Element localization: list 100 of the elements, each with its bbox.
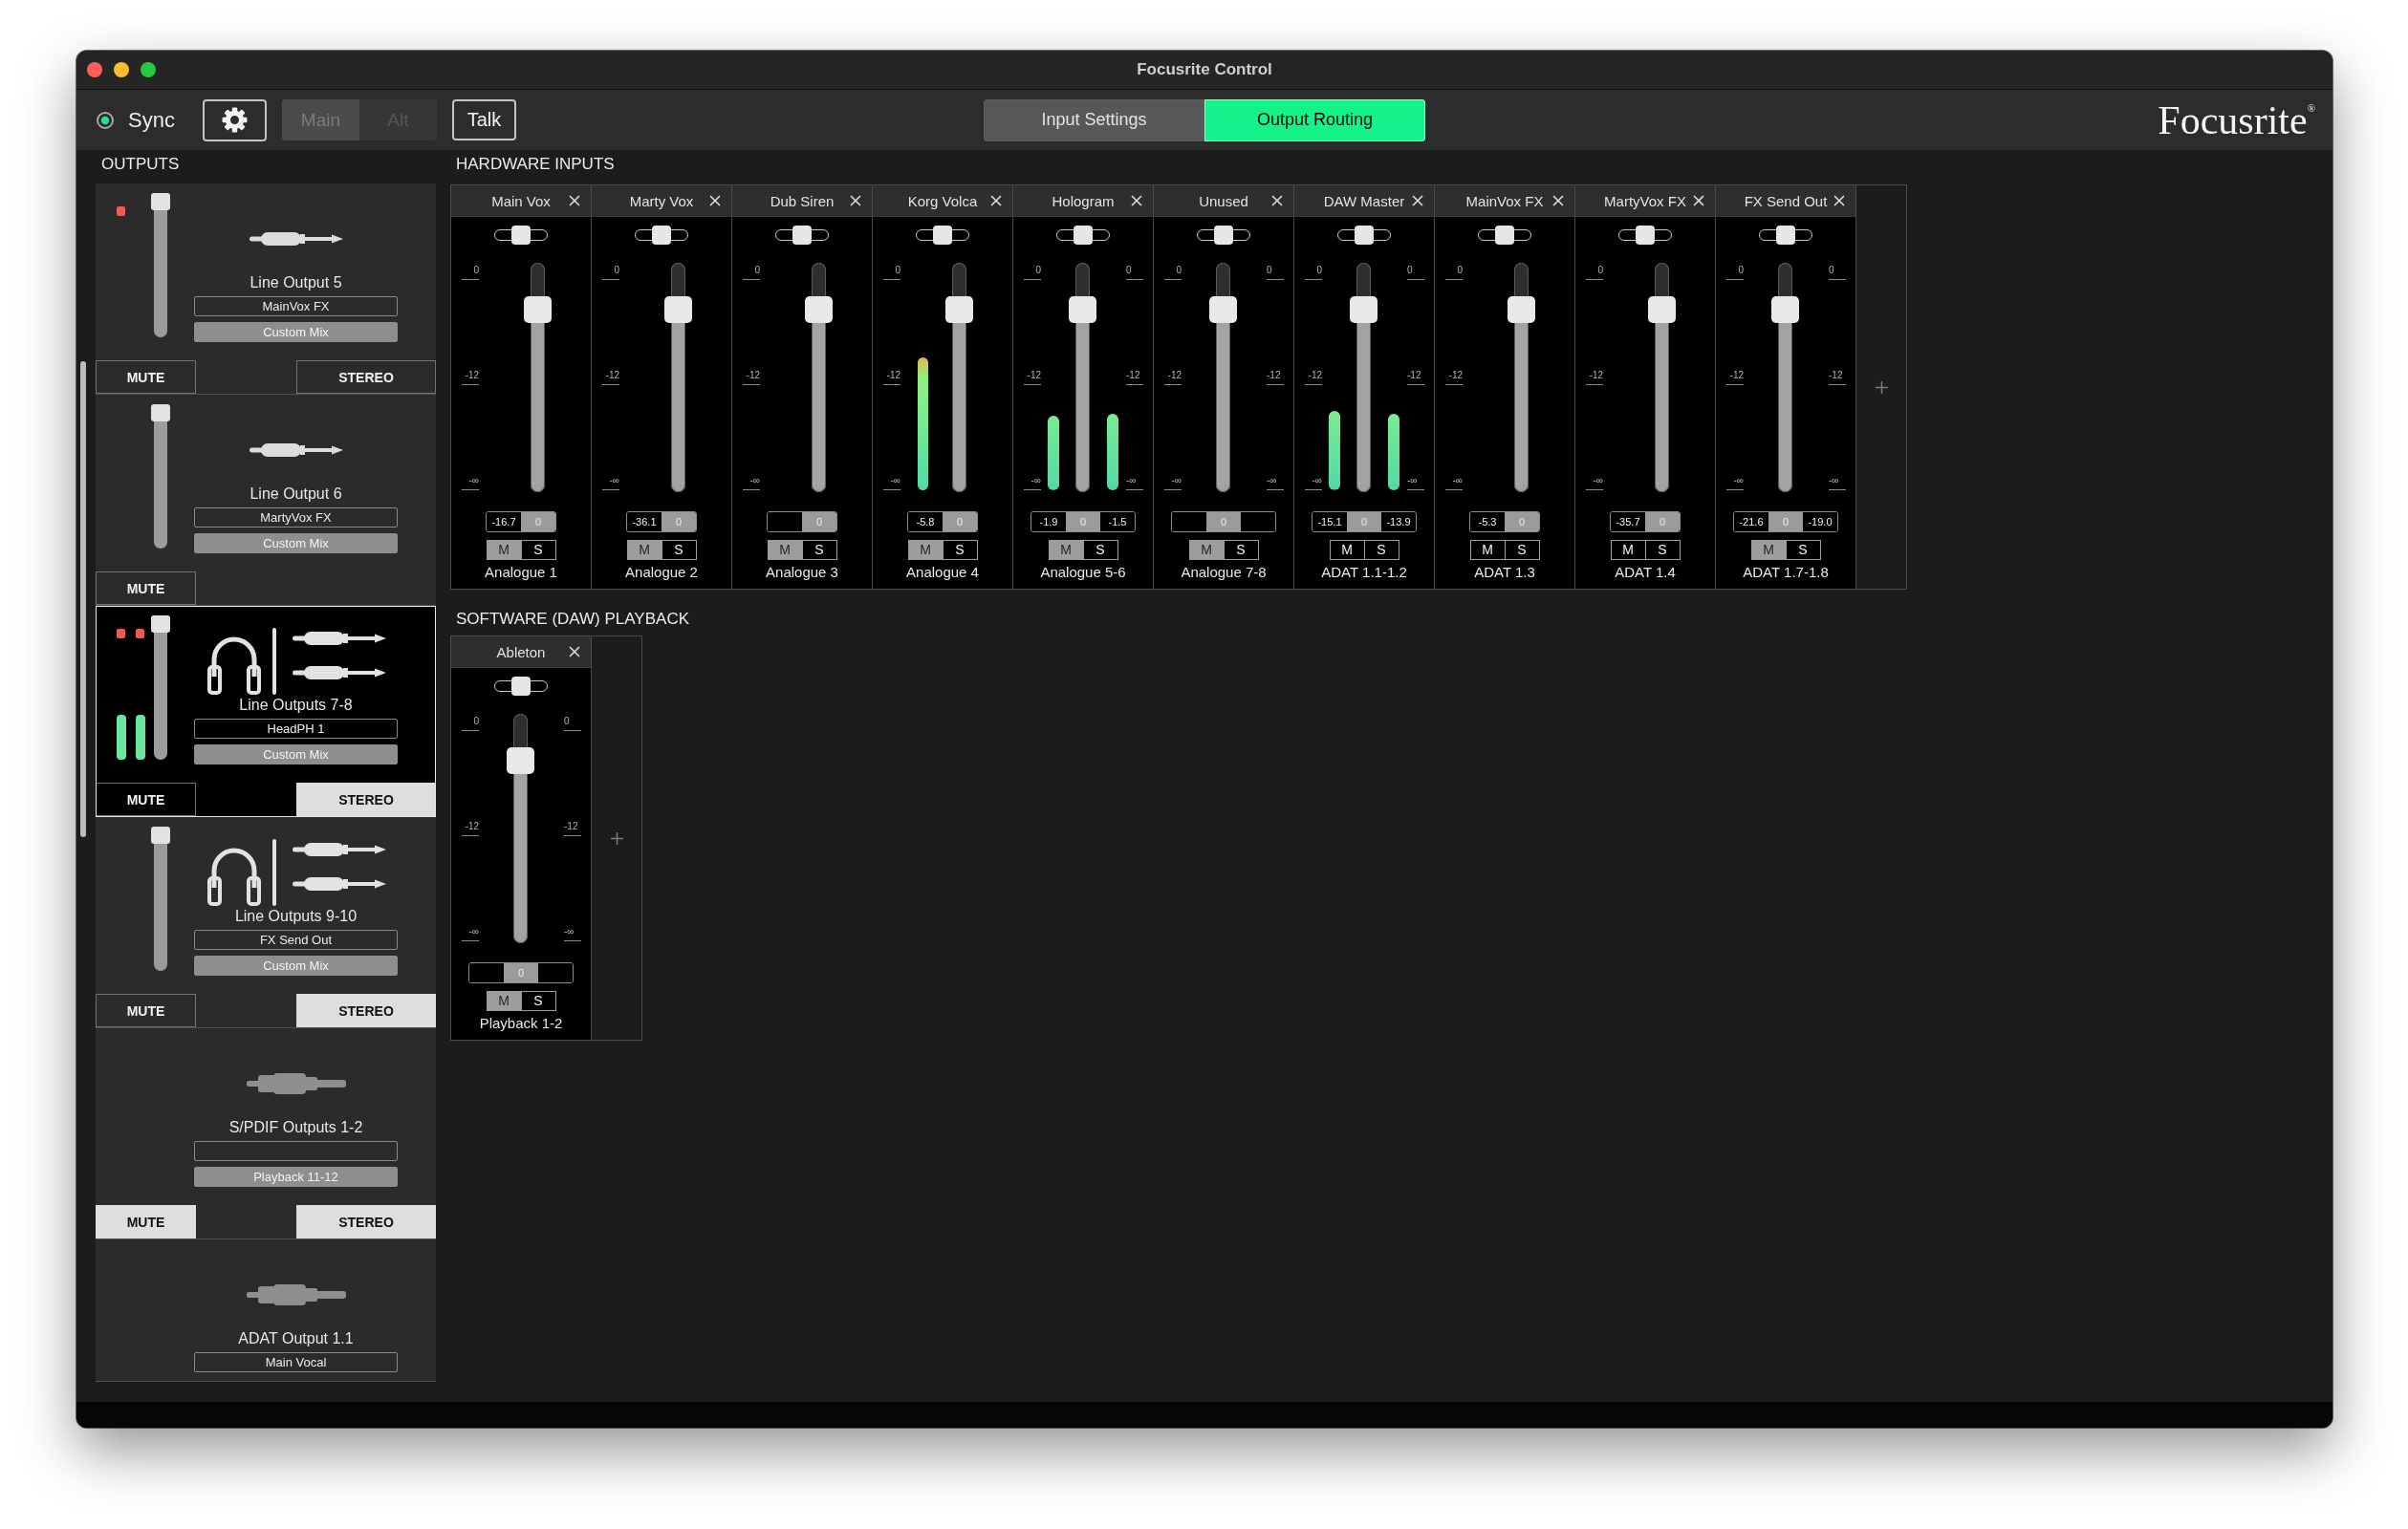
fader-handle[interactable] [945, 296, 973, 324]
mute-button[interactable]: MUTE [96, 360, 196, 394]
add-icon[interactable] [610, 831, 623, 845]
output-name: S/PDIF Outputs 1-2 [228, 1120, 363, 1135]
pan-handle[interactable] [511, 226, 531, 245]
pan-handle[interactable] [933, 226, 952, 245]
close-icon[interactable] [850, 195, 861, 206]
close-icon[interactable] [1412, 195, 1423, 206]
mute-button[interactable]: MUTE [96, 783, 196, 816]
output-card[interactable]: Line Outputs 7-8 HeadPH 1 Custom Mix MUTE STEREO [96, 606, 436, 817]
scale-label: -12 [883, 370, 900, 385]
pan-handle[interactable] [1074, 226, 1093, 245]
mute-button[interactable]: M [1329, 540, 1365, 560]
fader-handle[interactable] [1350, 296, 1378, 324]
sync-radio[interactable]: Sync [97, 107, 175, 133]
source-selector[interactable]: FX Send Out [194, 930, 398, 950]
close-icon[interactable] [1131, 195, 1142, 206]
gain-readout: 0 [504, 963, 538, 982]
fader-handle[interactable] [507, 747, 534, 775]
close-icon[interactable] [569, 646, 580, 657]
close-window-icon[interactable] [87, 62, 102, 77]
fader-handle[interactable] [805, 296, 833, 324]
source-selector[interactable] [194, 1141, 398, 1161]
mute-button[interactable]: M [486, 540, 522, 560]
solo-button[interactable]: S [942, 540, 978, 560]
close-icon[interactable] [569, 195, 580, 206]
settings-button[interactable] [202, 98, 267, 141]
source-selector[interactable]: Main Vocal [194, 1352, 398, 1372]
solo-button[interactable]: S [1785, 540, 1821, 560]
close-icon[interactable] [1271, 195, 1283, 206]
fader-handle[interactable] [151, 404, 170, 421]
gain-readout: 0 [1066, 512, 1100, 531]
stereo-button[interactable]: STEREO [296, 1205, 436, 1238]
add-icon[interactable] [1875, 380, 1888, 394]
mute-button[interactable]: M [767, 540, 803, 560]
mute-button[interactable]: MUTE [96, 994, 196, 1027]
solo-button[interactable]: S [1082, 540, 1118, 560]
fader-handle[interactable] [1771, 296, 1799, 324]
gain-readout: 0 [662, 512, 696, 531]
close-icon[interactable] [1693, 195, 1704, 206]
mute-button[interactable]: M [1610, 540, 1646, 560]
fader-handle[interactable] [664, 296, 692, 324]
section-title: OUTPUTS [101, 154, 181, 174]
stereo-button[interactable]: STEREO [296, 360, 436, 394]
solo-button[interactable]: S [520, 540, 556, 560]
connector-icon [246, 1283, 346, 1306]
solo-button[interactable]: S [1223, 540, 1259, 560]
fader-handle[interactable] [1648, 296, 1676, 324]
close-icon[interactable] [990, 195, 1002, 206]
section-title: SOFTWARE (DAW) PLAYBACK [456, 609, 690, 629]
pan-handle[interactable] [792, 226, 812, 245]
fader-handle[interactable] [1209, 296, 1237, 324]
fader-handle[interactable] [1069, 296, 1096, 324]
mute-button[interactable]: M [907, 540, 944, 560]
stereo-button[interactable]: STEREO [296, 994, 436, 1027]
solo-button[interactable]: S [1504, 540, 1540, 560]
solo-button[interactable]: S [801, 540, 837, 560]
source-selector[interactable]: HeadPH 1 [194, 719, 398, 739]
source-selector[interactable]: MainVox FX [194, 296, 398, 316]
scale-label: -∞ [1164, 475, 1182, 490]
mute-button[interactable]: M [1048, 540, 1084, 560]
pan-handle[interactable] [511, 677, 531, 696]
pan-handle[interactable] [1495, 226, 1514, 245]
fader-handle[interactable] [1508, 296, 1535, 324]
pan-handle[interactable] [1636, 226, 1655, 245]
jack-plug-icon [249, 229, 343, 248]
pan-handle[interactable] [652, 226, 671, 245]
mute-button[interactable]: MUTE [96, 571, 196, 605]
mute-button[interactable]: M [626, 540, 662, 560]
tab[interactable]: Output Routing [1204, 98, 1425, 141]
mute-button[interactable]: M [1469, 540, 1506, 560]
source-selector[interactable]: MartyVox FX [194, 507, 398, 528]
solo-button[interactable]: S [1363, 540, 1399, 560]
gain-readout: 0 [1347, 512, 1381, 531]
fader-handle[interactable] [151, 193, 170, 210]
fader-handle[interactable] [524, 296, 552, 324]
stereo-button[interactable]: STEREO [296, 783, 436, 816]
talk-button[interactable]: Talk [451, 99, 516, 140]
pan-handle[interactable] [1776, 226, 1795, 245]
fader-handle[interactable] [151, 615, 170, 633]
fader-handle[interactable] [151, 827, 170, 844]
input-name: Analogue 3 [766, 564, 838, 581]
fullscreen-window-icon[interactable] [141, 62, 156, 77]
radio-icon[interactable] [97, 111, 114, 129]
solo-button[interactable]: S [520, 991, 556, 1011]
input-name: Analogue 7-8 [1181, 564, 1267, 581]
pan-handle[interactable] [1355, 226, 1374, 245]
pan-handle[interactable] [1214, 226, 1233, 245]
mute-button[interactable]: M [1188, 540, 1225, 560]
close-icon[interactable] [709, 195, 721, 206]
solo-button[interactable]: S [1644, 540, 1681, 560]
mute-button[interactable]: MUTE [96, 1205, 196, 1238]
scrollbar[interactable] [80, 361, 86, 837]
close-icon[interactable] [1552, 195, 1564, 206]
minimize-window-icon[interactable] [114, 62, 129, 77]
mute-button[interactable]: M [486, 991, 522, 1011]
solo-button[interactable]: S [661, 540, 697, 560]
mute-button[interactable]: M [1750, 540, 1787, 560]
close-icon[interactable] [1833, 195, 1845, 206]
tab[interactable]: Input Settings [984, 98, 1204, 141]
